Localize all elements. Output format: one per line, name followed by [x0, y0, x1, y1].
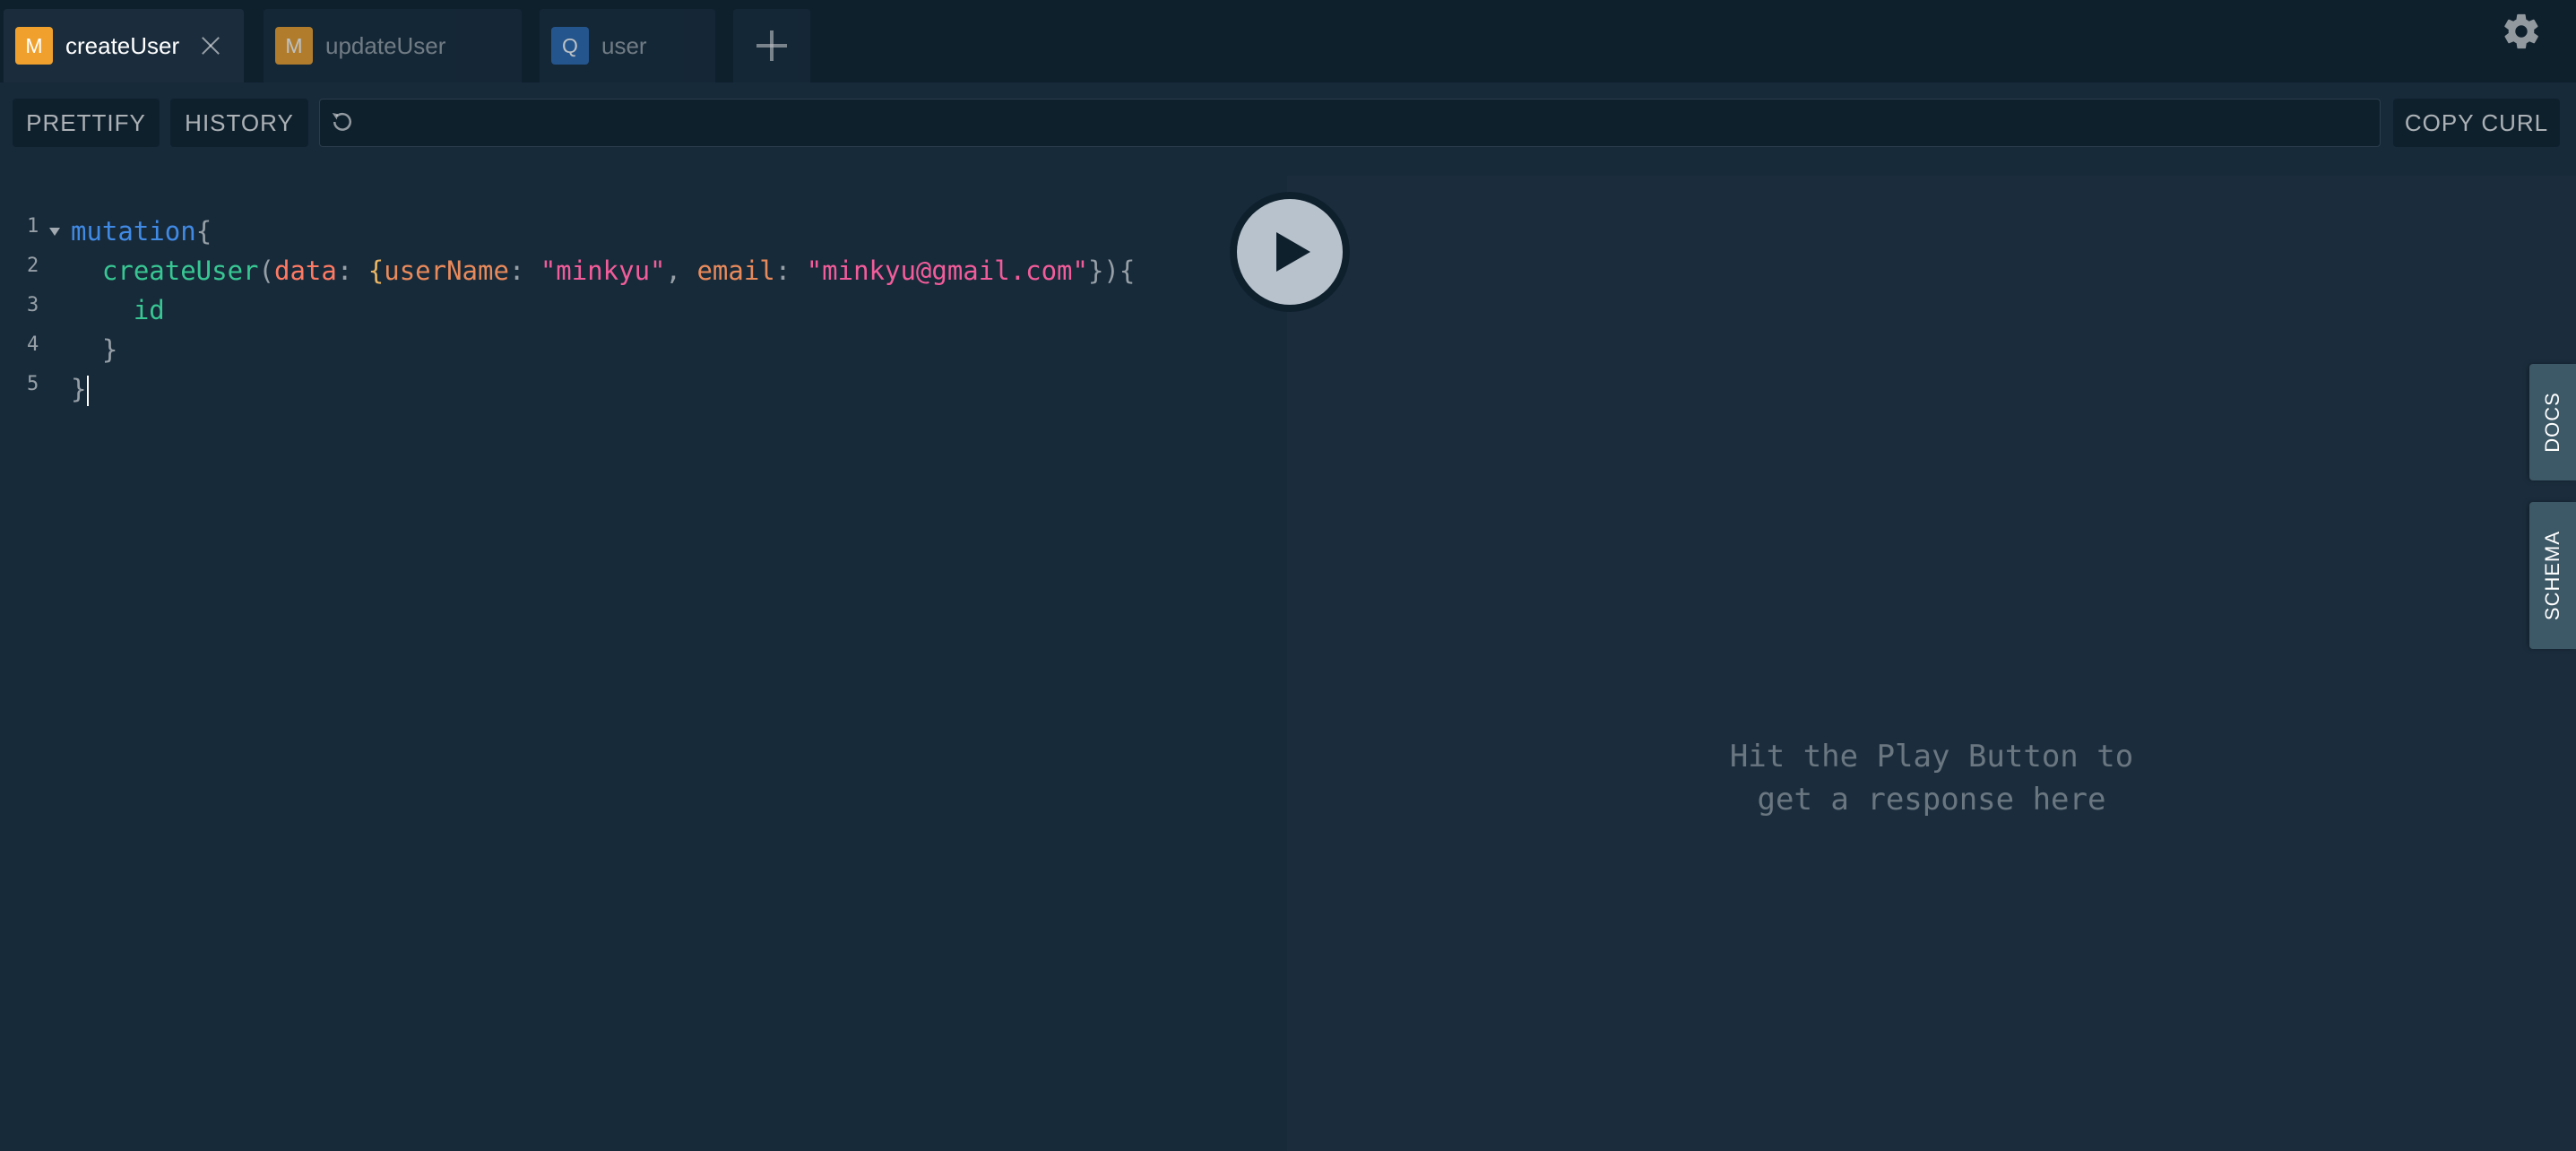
brace: { [367, 255, 385, 286]
gear-icon[interactable] [2501, 11, 2542, 52]
mutation-badge: M [275, 27, 313, 65]
tab-create-user[interactable]: M createUser [4, 9, 244, 82]
tab-label: createUser [65, 31, 180, 59]
docs-label: DOCS [2541, 392, 2563, 453]
paren: ( [258, 255, 274, 286]
code-line-2: createUser(data: {userName: "minkyu", em… [71, 251, 1135, 290]
tab-bar: M createUser M updateUser Q user [0, 0, 2576, 82]
line-number: 5 [27, 373, 39, 395]
code-line-1: mutation{ [71, 212, 212, 251]
placeholder-line-2: get a response here [1757, 782, 2106, 818]
mutation-badge: M [15, 27, 53, 65]
paren: }) [1087, 255, 1119, 286]
code-line-5: } [71, 369, 90, 409]
add-tab-button[interactable] [733, 9, 810, 82]
object-key: email [696, 255, 775, 286]
toolbar: PRETTIFY HISTORY COPY CURL [0, 82, 2576, 176]
brace: } [101, 334, 118, 365]
fold-arrow-icon[interactable] [49, 228, 60, 236]
brace: } [71, 374, 87, 404]
line-gutter: 1 2 3 4 5 [0, 176, 65, 1151]
colon: : [774, 255, 807, 286]
line-number: 3 [27, 294, 39, 316]
play-button-ring [1230, 192, 1350, 312]
endpoint-url-input[interactable] [319, 99, 2381, 147]
docs-tab[interactable]: DOCS [2529, 364, 2576, 480]
tab-user[interactable]: Q user [540, 9, 715, 82]
line-number: 2 [27, 255, 39, 277]
schema-label: SCHEMA [2541, 530, 2563, 621]
code-line-3: id [71, 290, 165, 330]
colon: : [336, 255, 368, 286]
object-key: userName [384, 255, 509, 286]
result-placeholder: Hit the Play Button to get a response he… [1287, 735, 2576, 821]
tab-label: user [601, 31, 647, 59]
query-badge: Q [551, 27, 589, 65]
placeholder-line-1: Hit the Play Button to [1729, 739, 2134, 775]
brace: { [1119, 255, 1136, 286]
field-name: id [133, 295, 165, 325]
mutation-keyword: mutation [71, 216, 196, 247]
line-number: 1 [27, 215, 39, 238]
brace: { [195, 216, 212, 247]
comma: , [665, 255, 697, 286]
history-button[interactable]: HISTORY [170, 99, 308, 147]
text-cursor [87, 376, 90, 406]
colon: : [508, 255, 540, 286]
schema-tab[interactable]: SCHEMA [2529, 502, 2576, 649]
argument-name: data [274, 255, 337, 286]
string-value: "minkyu" [540, 255, 666, 286]
code-line-4: } [71, 330, 117, 369]
string-value: "minkyu@gmail.com" [806, 255, 1088, 286]
field-name: createUser [101, 255, 259, 286]
prettify-button[interactable]: PRETTIFY [13, 99, 160, 147]
tab-label: updateUser [325, 31, 446, 59]
play-button[interactable] [1237, 199, 1343, 305]
copy-curl-button[interactable]: COPY CURL [2393, 99, 2560, 147]
reload-icon[interactable] [329, 108, 356, 135]
query-editor[interactable]: 1 2 3 4 5 mutation{ createUser(data: {us… [0, 176, 1287, 1151]
tab-update-user[interactable]: M updateUser [264, 9, 522, 82]
plus-icon [756, 30, 787, 61]
line-number: 4 [27, 333, 39, 356]
close-icon[interactable] [199, 34, 222, 57]
result-pane: Hit the Play Button to get a response he… [1287, 176, 2576, 1151]
play-icon [1276, 232, 1310, 272]
